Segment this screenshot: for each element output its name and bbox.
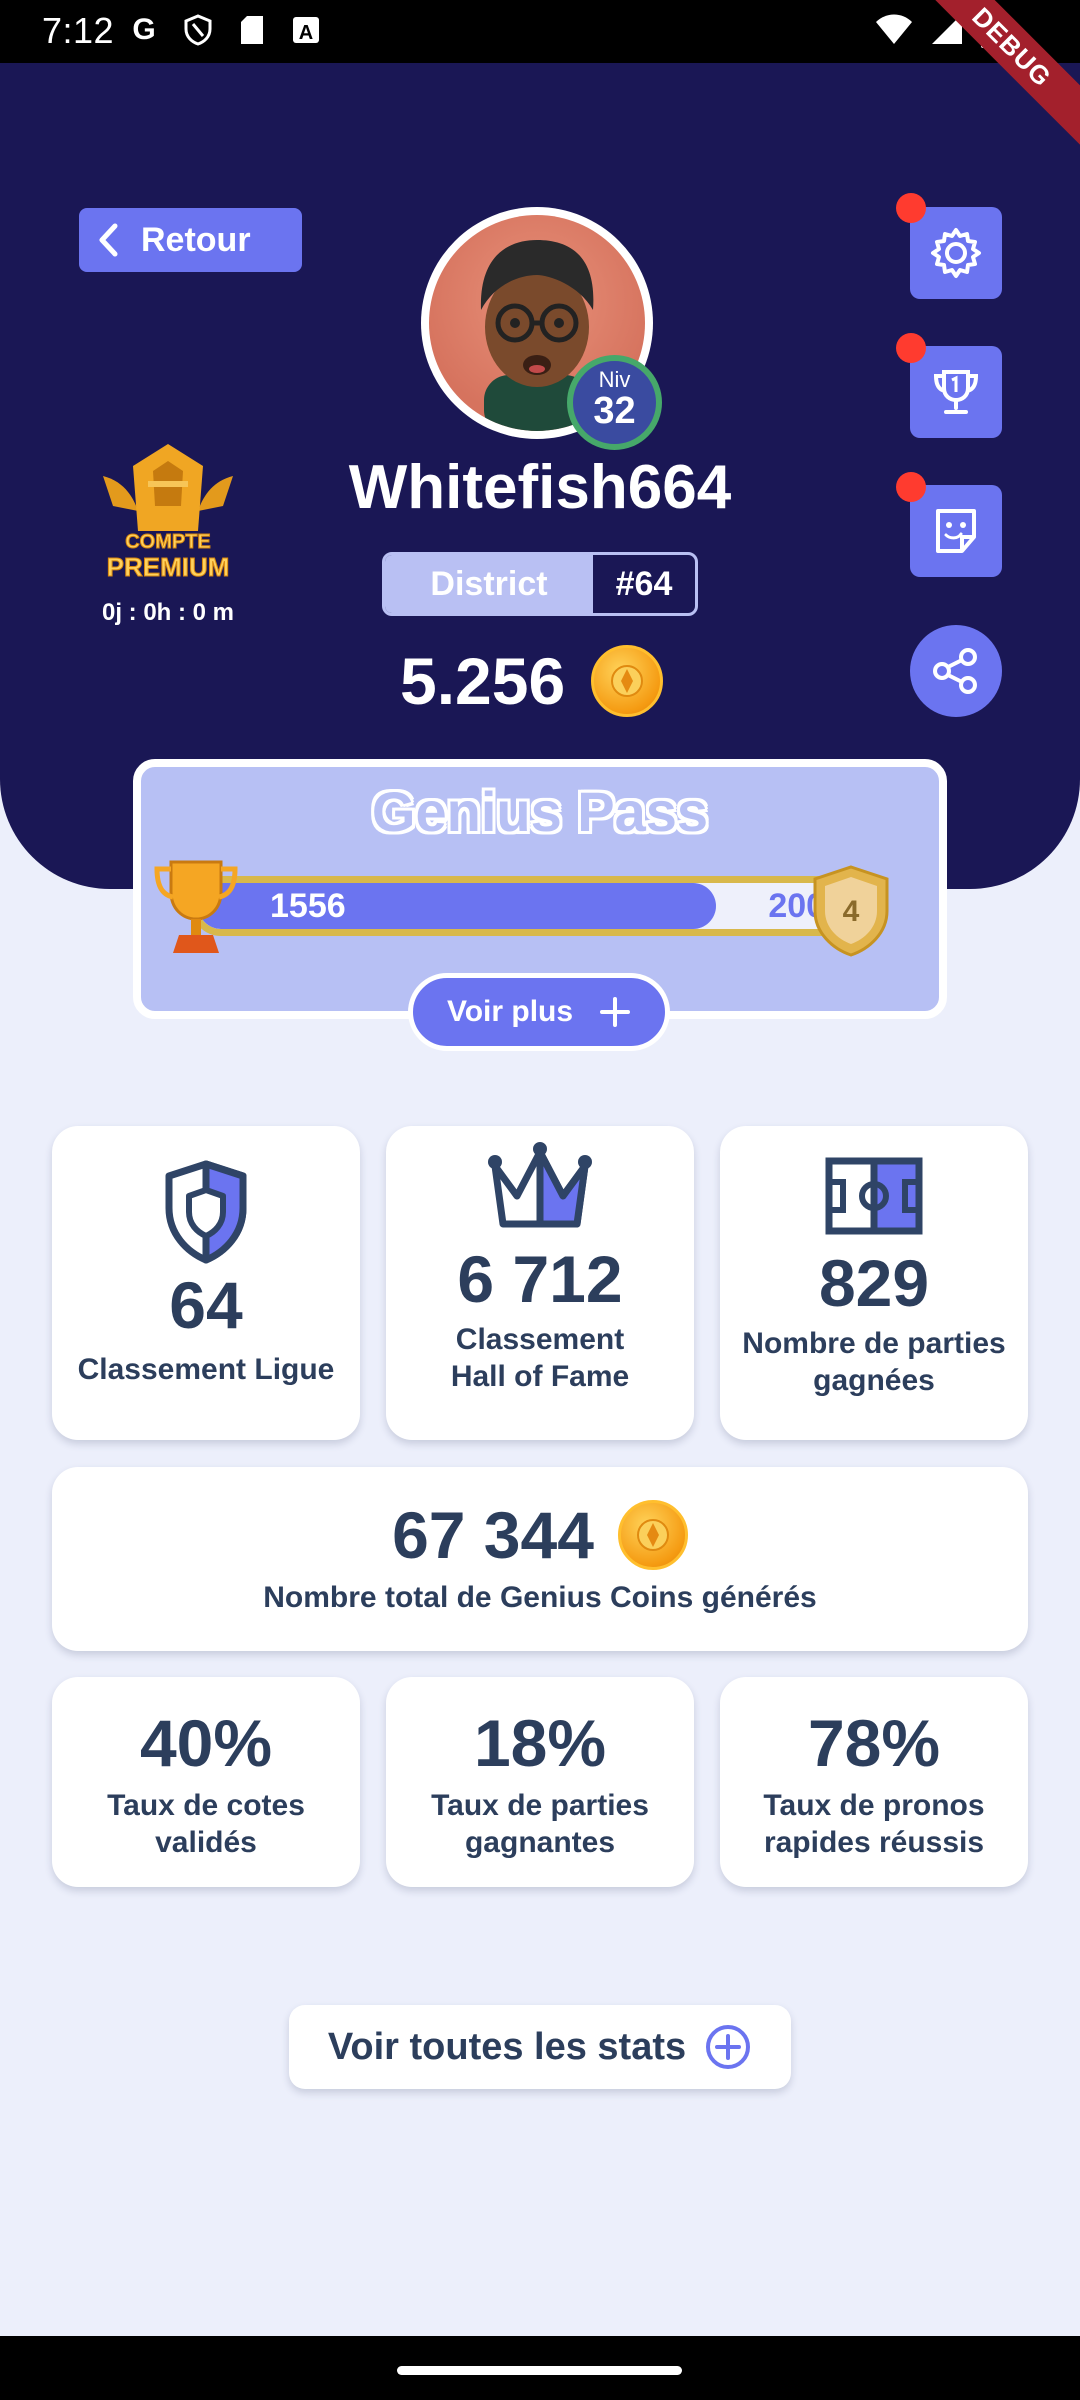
- back-label: Retour: [141, 220, 251, 259]
- status-left-icons: G A: [126, 12, 324, 48]
- font-icon: A: [288, 12, 324, 48]
- home-gesture-handle[interactable]: [397, 2366, 682, 2375]
- league-rank-label: Classement Ligue: [77, 1353, 335, 1386]
- level-badge: Niv 32: [567, 355, 662, 450]
- odds-rate-label-2: validés: [155, 1826, 257, 1859]
- plus-circle-icon: [706, 2025, 751, 2069]
- win-rate-label-2: gagnantes: [464, 1826, 616, 1859]
- stat-card-win-rate[interactable]: 18% Taux de parties gagnantes: [386, 1677, 694, 1887]
- all-stats-label: Voir toutes les stats: [327, 2025, 687, 2068]
- quick-rate-label-1: Taux de pronos: [763, 1789, 985, 1822]
- premium-badge[interactable]: COMPTE PREMIUM 0j : 0h : 0 m: [88, 436, 248, 627]
- sticker-icon: [936, 509, 976, 553]
- games-won-value: 829: [818, 1246, 930, 1320]
- genius-coin-icon: [591, 645, 664, 717]
- trophy-icon: [933, 370, 979, 414]
- league-rank-value: 64: [169, 1268, 243, 1342]
- tier-number: 4: [843, 895, 860, 928]
- quick-rate-value: 78%: [807, 1706, 941, 1780]
- premium-crown-badge-icon: COMPTE PREMIUM: [103, 444, 233, 583]
- stat-card-total-coins[interactable]: 67 344 Nombre total de Genius Coins géné…: [52, 1467, 1028, 1651]
- win-rate-label-1: Taux de parties: [431, 1789, 649, 1822]
- settings-button[interactable]: [910, 207, 1002, 299]
- total-coins-label: Nombre total de Genius Coins générés: [263, 1581, 817, 1614]
- coin-balance-value: 5.256: [400, 644, 566, 718]
- league-shield-icon: [165, 1160, 247, 1264]
- trophies-notification-dot: [896, 333, 926, 363]
- district-badge[interactable]: District #64: [382, 552, 698, 616]
- share-button[interactable]: [910, 625, 1002, 717]
- odds-rate-value: 40%: [139, 1706, 273, 1780]
- settings-notification-dot: [896, 193, 926, 223]
- shield-icon: [180, 12, 216, 48]
- premium-text-2: PREMIUM: [107, 552, 230, 582]
- hall-of-fame-value: 6 712: [457, 1242, 623, 1316]
- hall-of-fame-label-2: Hall of Fame: [450, 1360, 630, 1393]
- premium-timer: 0j : 0h : 0 m: [101, 599, 235, 626]
- status-bar: 7:12 G A DEBUG: [0, 0, 1080, 154]
- voir-plus-label: Voir plus: [446, 995, 574, 1028]
- username: Whitefish664: [348, 453, 732, 522]
- status-time: 7:12: [42, 10, 115, 51]
- stat-card-quick-rate[interactable]: 78% Taux de pronos rapides réussis: [720, 1677, 1028, 1887]
- odds-rate-label-1: Taux de cotes: [107, 1789, 305, 1822]
- genius-pass-title: Genius Pass: [371, 780, 709, 843]
- gold-trophy-icon: [154, 860, 238, 953]
- wifi-icon: [874, 12, 914, 53]
- level-value: 32: [593, 390, 636, 432]
- stickers-button[interactable]: [910, 485, 1002, 577]
- chevron-left-icon: [99, 223, 118, 257]
- genius-coin-icon: [617, 1500, 688, 1570]
- plus-icon: [600, 997, 631, 1027]
- progress-track: 1556 2000: [198, 883, 864, 929]
- coin-balance: 5.256: [400, 643, 664, 719]
- stat-card-hall-of-fame[interactable]: 6 712 Classement Hall of Fame: [386, 1126, 694, 1440]
- tier-shield-icon: 4: [813, 865, 889, 957]
- all-stats-button[interactable]: Voir toutes les stats: [289, 2005, 791, 2089]
- games-won-label-2: gagnées: [813, 1364, 935, 1397]
- district-number: #64: [615, 564, 673, 603]
- premium-text-1: COMPTE: [125, 531, 211, 553]
- football-pitch-icon: [825, 1157, 923, 1235]
- gear-icon: [931, 228, 981, 278]
- crown-icon: [488, 1142, 592, 1228]
- trophies-button[interactable]: [910, 346, 1002, 438]
- share-icon: [933, 648, 977, 694]
- stat-card-games-won[interactable]: 829 Nombre de parties gagnées: [720, 1126, 1028, 1440]
- total-coins-value: 67 344: [392, 1498, 594, 1572]
- sd-card-icon: [234, 12, 270, 48]
- quick-rate-label-2: rapides réussis: [763, 1826, 985, 1859]
- progress-current: 1556: [270, 887, 346, 925]
- system-nav-bar: [0, 2336, 1080, 2400]
- district-label: District: [385, 555, 593, 613]
- google-icon: G: [132, 13, 156, 46]
- hall-of-fame-label-1: Classement: [455, 1323, 625, 1356]
- stickers-notification-dot: [896, 472, 926, 502]
- stat-card-league-rank[interactable]: 64 Classement Ligue: [52, 1126, 360, 1440]
- win-rate-value: 18%: [473, 1706, 607, 1780]
- voir-plus-button[interactable]: Voir plus: [408, 973, 670, 1051]
- games-won-label-1: Nombre de parties: [742, 1327, 1006, 1360]
- svg-text:A: A: [299, 22, 313, 44]
- back-button[interactable]: Retour: [79, 208, 302, 272]
- stat-card-odds-rate[interactable]: 40% Taux de cotes validés: [52, 1677, 360, 1887]
- genius-pass-progress: 1556 2000: [191, 876, 871, 936]
